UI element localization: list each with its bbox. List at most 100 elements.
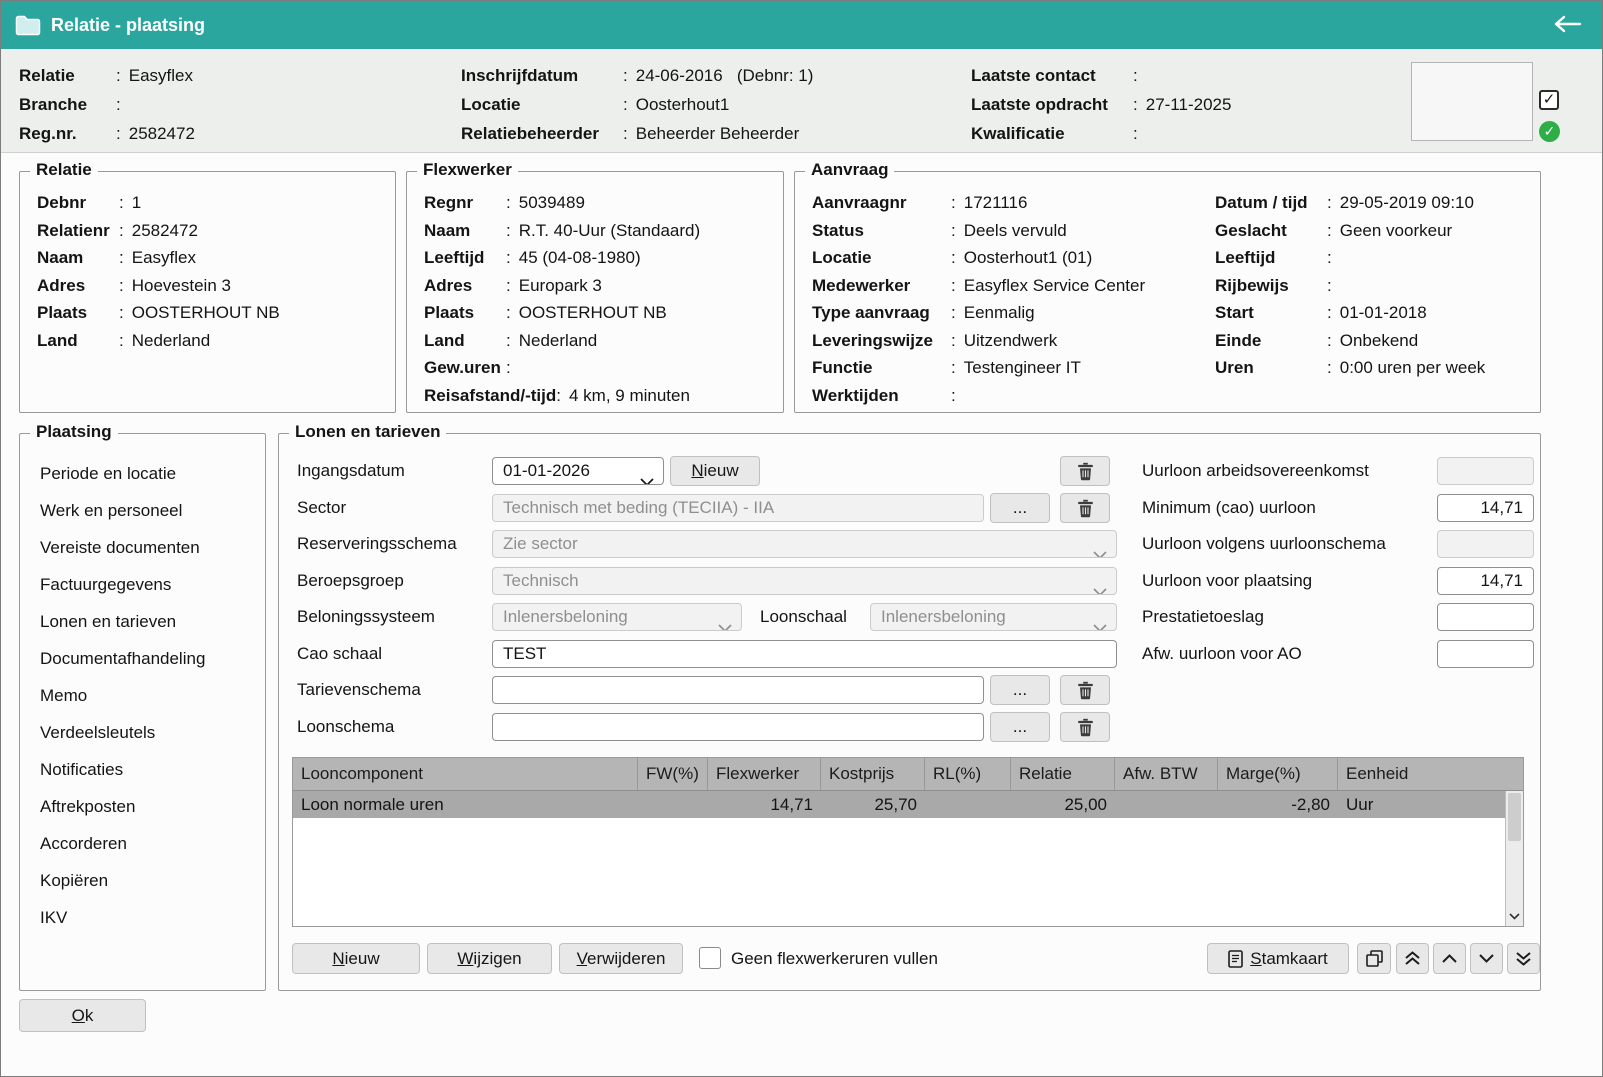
plaatsing-item-vereiste-documenten[interactable]: Vereiste documenten: [40, 529, 205, 566]
back-button[interactable]: [1546, 10, 1588, 41]
delete-ingangsdatum-button[interactable]: [1060, 456, 1110, 486]
stamkaart-button[interactable]: Stamkaart: [1207, 943, 1349, 974]
plaatsing-item-aftrekposten[interactable]: Aftrekposten: [40, 788, 205, 825]
uurloon-volgens-uurloonschema-input: [1437, 530, 1534, 558]
delete-loonschema-button[interactable]: [1060, 712, 1110, 742]
cell-marge-pct: -2,80: [1218, 791, 1338, 818]
field-value: Beheerder Beheerder: [636, 124, 800, 143]
trash-icon: [1077, 681, 1094, 700]
field-row: Leeftijd45 (04-08-1980): [424, 244, 700, 272]
plaatsing-item-lonen-en-tarieven[interactable]: Lonen en tarieven: [40, 603, 205, 640]
field-row: Start01-01-2018: [1215, 299, 1485, 327]
minimum-cao-uurloon-input[interactable]: [1437, 494, 1534, 522]
col-eenheid: Eenheid: [1338, 758, 1523, 790]
geen-flexwerkeruren-checkbox[interactable]: [699, 947, 721, 969]
move-bottom-button[interactable]: [1507, 943, 1540, 974]
field-row: NaamR.T. 40-Uur (Standaard): [424, 217, 700, 245]
field-label: Type aanvraag: [812, 299, 951, 327]
field-label: Land: [37, 327, 119, 355]
col-flexwerker: Flexwerker: [708, 758, 821, 790]
field-label: Relatie: [19, 61, 116, 90]
field-row: StatusDeels vervuld: [812, 217, 1145, 245]
reserveringsschema-select: Zie sector: [492, 530, 1117, 558]
nieuw-ingangsdatum-button[interactable]: Nieuw: [670, 456, 760, 486]
tarievenschema-input[interactable]: [492, 676, 984, 704]
field-row: PlaatsOOSTERHOUT NB: [37, 299, 280, 327]
uurloon-voor-plaatsing-input[interactable]: [1437, 567, 1534, 595]
field-row: Gew.uren: [424, 354, 700, 382]
header-col-inschrijving: Inschrijfdatum24-06-2016 (Debnr: 1) Loca…: [461, 61, 813, 148]
delete-tarievenschema-button[interactable]: [1060, 675, 1110, 705]
field-value: 24-06-2016 (Debnr: 1): [636, 66, 814, 85]
plaatsing-item-verdeelsleutels[interactable]: Verdeelsleutels: [40, 714, 205, 751]
field-value: Oosterhout1 (01): [964, 248, 1093, 267]
window-title: Relatie - plaatsing: [51, 15, 205, 36]
field-value: Nederland: [132, 331, 210, 350]
afw-uurloon-voor-ao-input[interactable]: [1437, 640, 1534, 668]
plaatsing-item-notificaties[interactable]: Notificaties: [40, 751, 205, 788]
afw-uurloon-voor-ao-label: Afw. uurloon voor AO: [1142, 640, 1302, 668]
cao-schaal-input[interactable]: [492, 640, 1117, 668]
plaatsing-item-documentafhandeling[interactable]: Documentafhandeling: [40, 640, 205, 677]
move-top-button[interactable]: [1396, 943, 1429, 974]
button-label: Wijzigen: [457, 949, 521, 969]
field-label: Start: [1215, 299, 1327, 327]
plaatsing-item-accorderen[interactable]: Accorderen: [40, 825, 205, 862]
plaatsing-item-ikv[interactable]: IKV: [40, 899, 205, 936]
move-up-button[interactable]: [1433, 943, 1466, 974]
chevron-down-icon: [1093, 578, 1107, 595]
plaatsing-item-factuurgegevens[interactable]: Factuurgegevens: [40, 566, 205, 603]
tarievenschema-browse-button[interactable]: ...: [990, 675, 1050, 705]
chevron-down-icon: [1093, 541, 1107, 558]
field-row: AdresEuropark 3: [424, 272, 700, 300]
field-row: PlaatsOOSTERHOUT NB: [424, 299, 700, 327]
sector-browse-button[interactable]: ...: [990, 493, 1050, 523]
scrollbar-down-button[interactable]: [1507, 907, 1522, 925]
chevron-down-icon: [640, 468, 654, 485]
table-scrollbar[interactable]: [1505, 791, 1523, 926]
cell-fw-pct: [638, 791, 708, 818]
prestatietoeslag-input[interactable]: [1437, 603, 1534, 631]
field-label: Debnr: [37, 189, 119, 217]
ok-button[interactable]: Ok: [19, 999, 146, 1032]
field-label: Inschrijfdatum: [461, 61, 623, 90]
field-value: 2582472: [129, 124, 195, 143]
copy-button[interactable]: [1357, 943, 1391, 974]
delete-sector-button[interactable]: [1060, 493, 1110, 523]
field-value: Easyflex: [129, 66, 193, 85]
flexwerker-legend: Flexwerker: [417, 160, 518, 180]
verwijderen-button[interactable]: Verwijderen: [559, 943, 683, 974]
field-value: 1721116: [964, 193, 1028, 212]
loonschema-input[interactable]: [492, 713, 984, 741]
header-checkbox[interactable]: ✓: [1539, 90, 1559, 110]
wijzigen-button[interactable]: Wijzigen: [427, 943, 552, 974]
cell-afw-btw: [1115, 791, 1218, 818]
nieuw-button[interactable]: Nieuw: [292, 943, 420, 974]
field-row: Reisafstand/-tijd4 km, 9 minuten: [424, 382, 700, 410]
field-value: 27-11-2025: [1146, 95, 1232, 114]
scrollbar-thumb[interactable]: [1508, 793, 1521, 841]
field-value: 5039489: [519, 193, 585, 212]
field-value: Europark 3: [519, 276, 602, 295]
plaatsing-legend: Plaatsing: [30, 422, 118, 442]
field-value: Oosterhout1: [636, 95, 730, 114]
plaatsing-item-kopieren[interactable]: Kopiëren: [40, 862, 205, 899]
check-icon: ✓: [1544, 123, 1556, 139]
plaatsing-item-werk-en-personeel[interactable]: Werk en personeel: [40, 492, 205, 529]
plaatsing-item-memo[interactable]: Memo: [40, 677, 205, 714]
field-label: Laatste opdracht: [971, 90, 1133, 119]
field-label: Plaats: [37, 299, 119, 327]
back-arrow-icon: [1552, 14, 1582, 34]
move-down-button[interactable]: [1470, 943, 1503, 974]
field-label: Naam: [37, 244, 119, 272]
loonschema-browse-button[interactable]: ...: [990, 712, 1050, 742]
field-label: Plaats: [424, 299, 506, 327]
field-value: Easyflex: [132, 248, 196, 267]
table-row[interactable]: Loon normale uren 14,71 25,70 25,00 -2,8…: [293, 791, 1505, 818]
uurloon-arbeidsovereenkomst-label: Uurloon arbeidsovereenkomst: [1142, 457, 1369, 485]
ingangsdatum-select[interactable]: 01-01-2026: [492, 457, 664, 485]
header-col-laatste: Laatste contact Laatste opdracht27-11-20…: [971, 61, 1231, 148]
flexwerker-fields: Regnr5039489 NaamR.T. 40-Uur (Standaard)…: [424, 189, 700, 409]
plaatsing-item-periode-en-locatie[interactable]: Periode en locatie: [40, 455, 205, 492]
button-label: Nieuw: [332, 949, 379, 969]
